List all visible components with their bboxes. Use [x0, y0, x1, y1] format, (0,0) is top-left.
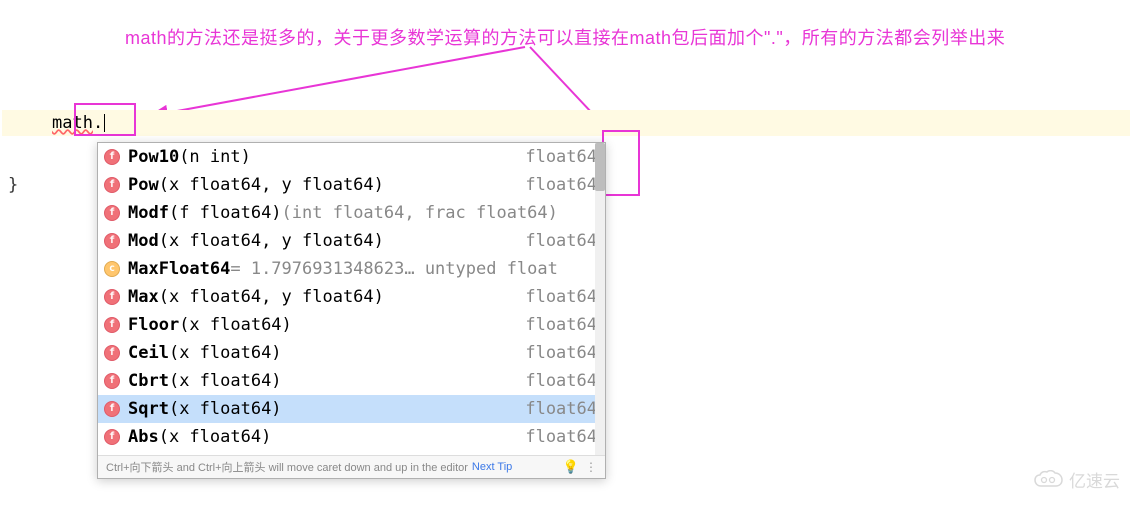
item-params: (x float64, y float64) — [159, 229, 384, 253]
watermark-text: 亿速云 — [1069, 467, 1120, 492]
function-icon: f — [104, 345, 120, 361]
item-params: (x float64, y float64) — [159, 173, 384, 197]
autocomplete-item[interactable]: f Modf(f float64) (int float64, frac floa… — [98, 199, 605, 227]
autocomplete-item[interactable]: f Pow10(n int) float64 — [98, 143, 605, 171]
item-name: Ceil — [128, 341, 169, 365]
code-line[interactable]: math. — [2, 110, 1130, 136]
item-return-type: float64 — [515, 341, 597, 365]
item-return-type: float64 — [515, 397, 597, 421]
next-tip-link[interactable]: Next Tip — [472, 461, 512, 473]
item-extra: (int float64, frac float64) — [282, 201, 558, 225]
constant-icon: c — [104, 261, 120, 277]
editor-area[interactable]: math. — [2, 110, 1130, 136]
autocomplete-item[interactable]: f Max(x float64, y float64) float64 — [98, 283, 605, 311]
watermark: 亿速云 — [1033, 467, 1120, 492]
item-name: Modf — [128, 201, 169, 225]
code-package: math — [52, 113, 93, 133]
autocomplete-scrollbar-thumb[interactable] — [595, 143, 605, 191]
autocomplete-footer: Ctrl+向下箭头 and Ctrl+向上箭头 will move caret … — [98, 455, 605, 478]
item-params: (x float64) — [159, 425, 272, 449]
annotation-text: math的方法还是挺多的，关于更多数学运算的方法可以直接在math包后面加个".… — [125, 24, 1005, 50]
function-icon: f — [104, 233, 120, 249]
item-name: Max — [128, 285, 159, 309]
function-icon: f — [104, 177, 120, 193]
item-name: MaxFloat64 — [128, 257, 230, 281]
function-icon: f — [104, 317, 120, 333]
item-name: Pow — [128, 173, 159, 197]
item-name: Acos — [128, 453, 169, 455]
function-icon: f — [104, 289, 120, 305]
item-params: (n int) — [179, 145, 251, 169]
item-params: (x float64) — [169, 369, 282, 393]
item-name: Pow10 — [128, 145, 179, 169]
autocomplete-item[interactable]: f Pow(x float64, y float64) float64 — [98, 171, 605, 199]
item-return-type: float64 — [515, 425, 597, 449]
item-return-type: float64 — [515, 145, 597, 169]
autocomplete-popup[interactable]: fPow10(n int)float64fPow(x float64, y fl… — [97, 142, 606, 479]
item-return-type: float64 — [515, 285, 597, 309]
item-params: (x float64) — [169, 453, 282, 455]
code-dot: . — [93, 113, 103, 133]
autocomplete-item[interactable]: c MaxFloat64 = 1.7976931348623… untyped f… — [98, 255, 605, 283]
item-name: Floor — [128, 313, 179, 337]
item-return-type: float64 — [515, 313, 597, 337]
function-icon: f — [104, 205, 120, 221]
item-return-type: float64 — [515, 173, 597, 197]
item-name: Abs — [128, 425, 159, 449]
autocomplete-item[interactable]: f Floor(x float64) float64 — [98, 311, 605, 339]
autocomplete-item[interactable]: f Mod(x float64, y float64) float64 — [98, 227, 605, 255]
lightbulb-icon[interactable]: 💡 — [563, 459, 579, 475]
more-icon[interactable]: ⋮ — [585, 460, 597, 474]
text-cursor — [104, 114, 105, 132]
item-name: Cbrt — [128, 369, 169, 393]
autocomplete-scrollbar[interactable] — [595, 143, 605, 455]
item-name: Mod — [128, 229, 159, 253]
footer-hint-text: Ctrl+向下箭头 and Ctrl+向上箭头 will move caret … — [106, 459, 468, 475]
item-params: (x float64) — [179, 313, 292, 337]
function-icon: f — [104, 149, 120, 165]
item-return-type: float64 — [515, 229, 597, 253]
item-params: (f float64) — [169, 201, 282, 225]
function-icon: f — [104, 401, 120, 417]
function-icon: f — [104, 429, 120, 445]
item-name: Sqrt — [128, 397, 169, 421]
highlight-box-scrollbar — [602, 130, 640, 196]
autocomplete-item[interactable]: f Cbrt(x float64) float64 — [98, 367, 605, 395]
item-extra: = 1.7976931348623… untyped float — [230, 257, 558, 281]
autocomplete-list[interactable]: fPow10(n int)float64fPow(x float64, y fl… — [98, 143, 605, 455]
autocomplete-item[interactable]: fAcos(x float64)float64 — [98, 451, 605, 455]
item-params: (x float64) — [169, 341, 282, 365]
code-closing-brace: } — [8, 175, 18, 195]
watermark-cloud-icon — [1033, 470, 1065, 490]
item-return-type: float64 — [515, 453, 597, 455]
item-params: (x float64, y float64) — [159, 285, 384, 309]
autocomplete-item[interactable]: f Ceil(x float64) float64 — [98, 339, 605, 367]
function-icon: f — [104, 373, 120, 389]
autocomplete-item[interactable]: f Abs(x float64) float64 — [98, 423, 605, 451]
autocomplete-item[interactable]: f Sqrt(x float64) float64 — [98, 395, 605, 423]
item-params: (x float64) — [169, 397, 282, 421]
item-return-type: float64 — [515, 369, 597, 393]
